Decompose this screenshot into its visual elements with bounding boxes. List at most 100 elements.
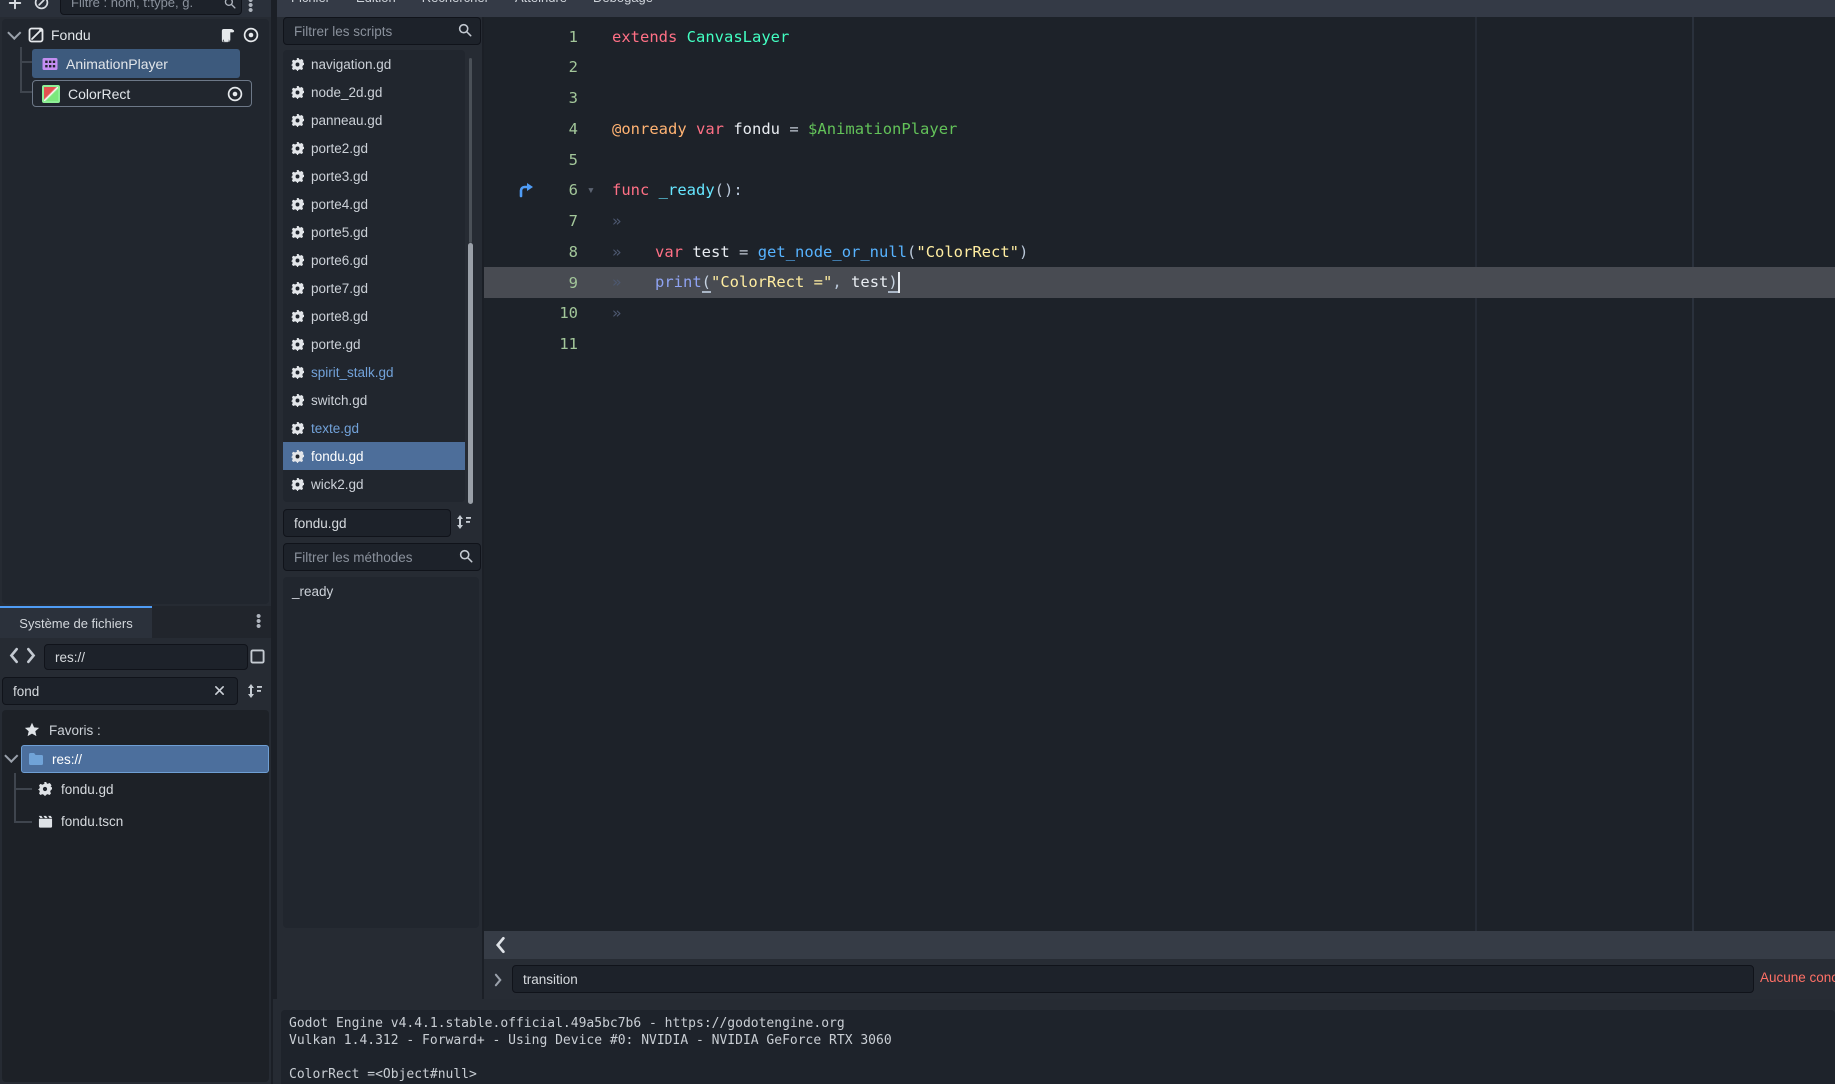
gdscript-gear-icon [291,422,304,435]
code-text: » [612,304,655,322]
code-line-7[interactable]: 7» [484,206,1835,237]
gdscript-gear-icon [291,170,304,183]
code-text: extends CanvasLayer [612,28,789,46]
scene-tree-panel: Fondu AnimationPlayer ColorRect [2,19,269,604]
line-number: 11 [540,335,578,353]
star-icon [24,722,40,738]
code-line-11[interactable]: 11 [484,329,1835,360]
scene-node-colorrect[interactable]: ColorRect [32,80,252,107]
fs-row-res[interactable]: res:// [21,745,269,773]
history-forward-icon[interactable] [26,647,37,664]
script-item-spirit_stalk.gd[interactable]: spirit_stalk.gd [283,358,465,386]
fs-sort-icon[interactable] [246,683,264,699]
script-item-porte5.gd[interactable]: porte5.gd [283,218,465,246]
code-line-3[interactable]: 3 [484,83,1835,114]
code-line-10[interactable]: 10 » [484,298,1835,329]
menu-item-atteindre[interactable]: Atteindre [515,0,567,8]
method-label: _ready [292,584,333,599]
fs-filter-input[interactable] [2,677,238,705]
code-line-9[interactable]: 9»print("ColorRect =", test) [484,267,1835,298]
colorrect-node-icon [42,85,60,103]
filter-scripts-input[interactable] [283,17,481,45]
line-number: 10 [540,304,578,322]
scene-filter-input[interactable] [60,0,242,15]
replace-toggle-icon[interactable] [494,973,503,987]
scene-menu-icon[interactable]: ••• [248,0,253,13]
tab-filesystem[interactable]: Système de fichiers [0,606,152,638]
code-line-1[interactable]: 1extends CanvasLayer [484,21,1835,52]
clear-filter-icon[interactable] [213,684,226,697]
code-line-5[interactable]: 5 [484,144,1835,175]
script-item-panneau.gd[interactable]: panneau.gd [283,106,465,134]
script-sort-icon[interactable] [455,514,473,530]
script-item-navigation.gd[interactable]: navigation.gd [283,50,465,78]
script-item-porte4.gd[interactable]: porte4.gd [283,190,465,218]
script-item-switch.gd[interactable]: switch.gd [283,386,465,414]
find-status: Aucune concordance [1760,970,1835,985]
gdscript-gear-icon [291,58,304,71]
filter-methods-input[interactable] [283,543,481,571]
visibility-eye-icon[interactable] [227,86,243,102]
favorites-header[interactable]: Favoris : [2,716,269,744]
gdscript-gear-icon [291,478,304,491]
gdscript-gear-icon [291,114,304,127]
search-icon [459,549,473,563]
menu-item-débogage[interactable]: Débogage [593,0,653,8]
collapse-chevron-icon[interactable] [7,26,21,40]
script-item-fondu.gd[interactable]: fondu.gd [283,442,465,470]
code-line-2[interactable]: 2 [484,52,1835,83]
script-item-porte3.gd[interactable]: porte3.gd [283,162,465,190]
script-item-porte.gd[interactable]: porte.gd [283,330,465,358]
code-text: » [612,212,655,230]
method-item-ready[interactable]: _ready [283,577,479,605]
add-node-icon[interactable] [8,0,22,10]
script-item-node_2d.gd[interactable]: node_2d.gd [283,78,465,106]
code-line-4[interactable]: 4@onready var fondu = $AnimationPlayer [484,113,1835,144]
script-item-porte6.gd[interactable]: porte6.gd [283,246,465,274]
filesystem-tree: Favoris : res:// fondu.gd fondu.tscn [2,710,269,1082]
fs-row-fondu-tscn[interactable]: fondu.tscn [32,807,269,835]
script-item-label: panneau.gd [311,113,382,128]
menu-bar: Fichier Édition Rechercher Atteindre Débogag… [277,0,1835,17]
collapse-chevron-icon[interactable] [4,749,18,763]
scene-node-animationplayer[interactable]: AnimationPlayer [32,49,240,78]
split-view-icon[interactable] [250,649,265,664]
find-bar: Aucune concordance [484,959,1835,1000]
menu-item-édition[interactable]: Édition [356,0,396,8]
script-list: navigation.gdnode_2d.gd panneau.gd porte2.… [283,50,465,502]
instance-scene-icon[interactable] [34,0,49,10]
attached-script-icon[interactable] [220,28,235,43]
code-line-8[interactable]: 8»var test = get_node_or_null("ColorRect… [484,236,1835,267]
fs-path-input[interactable] [44,644,248,670]
code-line-6[interactable]: 6▾func _ready(): [484,175,1835,206]
tree-connector [14,773,16,823]
find-query-input[interactable] [512,965,1754,993]
fs-row-fondu-gd[interactable]: fondu.gd [32,775,269,803]
menu-item-fichier[interactable]: Fichier [291,0,330,8]
fold-chevron-icon[interactable]: ▾ [578,183,612,198]
code-text: @onready var fondu = $AnimationPlayer [612,120,957,138]
script-item-label: fondu.gd [311,449,364,464]
script-item-wick2.gd[interactable]: wick2.gd [283,470,465,498]
search-icon [458,23,472,37]
script-item-porte8.gd[interactable]: porte8.gd [283,302,465,330]
line-number: 7 [540,212,578,230]
script-list-scrollbar-track[interactable] [469,58,472,243]
script-item-porte2.gd[interactable]: porte2.gd [283,134,465,162]
code-text: func _ready(): [612,181,743,199]
gutter[interactable] [484,182,540,198]
history-back-icon[interactable] [8,647,19,664]
collapse-panel-icon[interactable] [494,936,506,954]
filesystem-menu-icon[interactable]: ••• [256,614,261,629]
output-log[interactable]: Godot Engine v4.4.1.stable.official.49a5… [281,1010,1835,1084]
script-item-porte7.gd[interactable]: porte7.gd [283,274,465,302]
script-item-label: switch.gd [311,393,367,408]
current-script-field[interactable] [283,509,451,537]
visibility-eye-icon[interactable] [243,27,259,43]
script-list-scrollbar-thumb[interactable] [468,243,473,504]
script-item-texte.gd[interactable]: texte.gd [283,414,465,442]
gdscript-gear-icon [291,394,304,407]
menu-item-rechercher[interactable]: Rechercher [422,0,489,8]
scene-node-root[interactable]: Fondu [2,21,269,49]
code-editor[interactable]: 1extends CanvasLayer234@onready var fond… [484,17,1835,931]
